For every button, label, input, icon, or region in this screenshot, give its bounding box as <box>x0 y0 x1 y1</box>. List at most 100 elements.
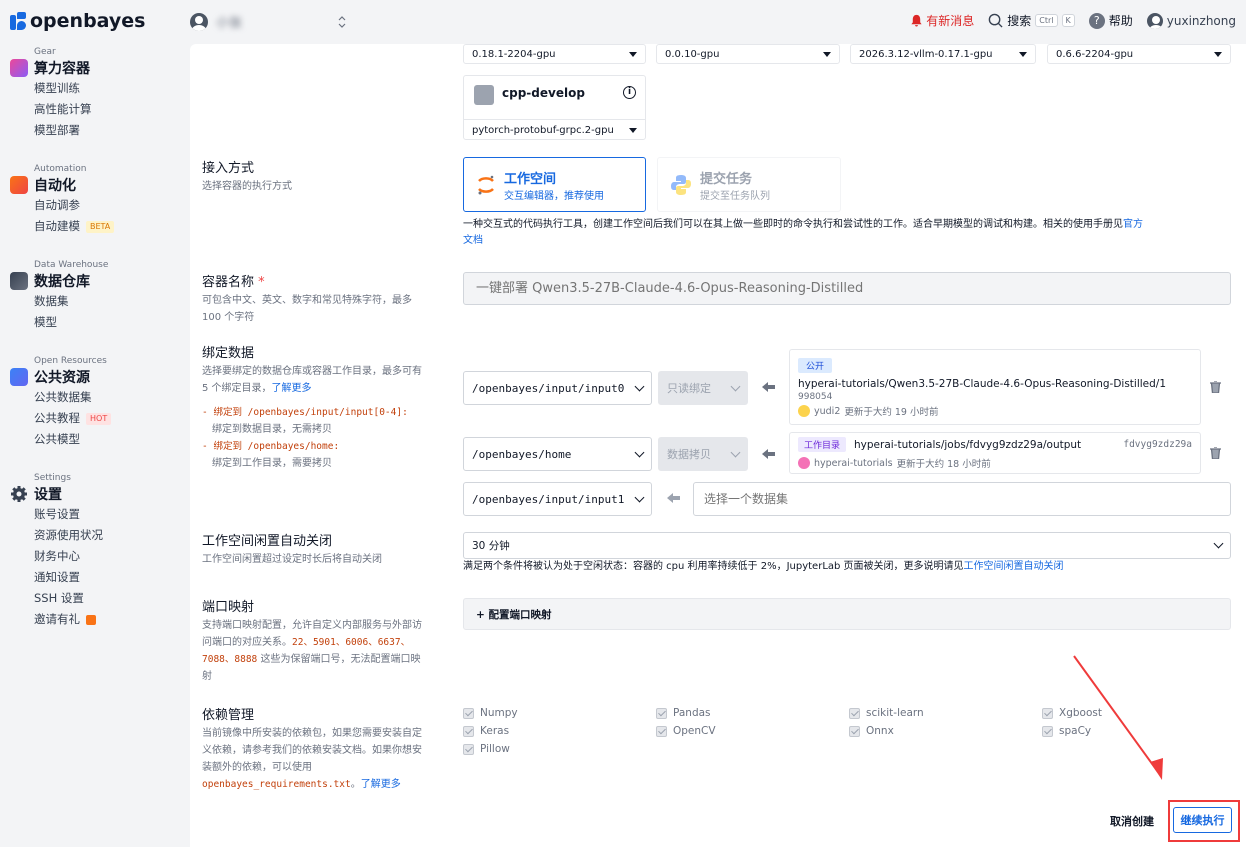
trash-icon[interactable] <box>1210 381 1221 393</box>
bind-path-select-2[interactable]: /openbayes/home <box>463 437 652 471</box>
image-version-select-1[interactable]: 0.18.1-2204-gpu <box>463 44 646 64</box>
search-icon <box>988 13 1003 28</box>
search-button[interactable]: 搜索 Ctrl K <box>988 12 1075 29</box>
section-title: 数据仓库 <box>34 274 90 290</box>
select-value: 数据拷贝 <box>667 448 711 461</box>
sidebar-title-warehouse[interactable]: 数据仓库 <box>10 271 108 291</box>
bell-icon <box>911 14 922 27</box>
dataset-card-1[interactable]: 公开 hyperai-tutorials/Qwen3.5-27B-Claude-… <box>789 349 1201 425</box>
bind-label: 绑定数据 <box>202 346 255 361</box>
workdir-tag: 工作目录 <box>798 437 847 452</box>
task-mode-card[interactable]: 提交任务 提交至任务队列 <box>657 157 841 212</box>
dep-label: Onnx <box>866 725 894 737</box>
image-version-select-cpp[interactable]: pytorch-protobuf-grpc.2-gpu <box>464 119 645 140</box>
sidebar-item-public-datasets[interactable]: 公共数据集 <box>34 387 111 408</box>
section-title: 自动化 <box>34 178 76 194</box>
beta-badge: BETA <box>86 220 115 233</box>
info-icon[interactable]: i <box>623 86 636 99</box>
item-label: 邀请有礼 <box>34 612 80 626</box>
sidebar-item-finance[interactable]: 财务中心 <box>34 546 103 567</box>
main-panel: 0.18.1-2204-gpu 0.0.10-gpu 2026.3.12-vll… <box>190 44 1246 847</box>
image-card-cpp-develop[interactable]: cpp-develop i pytorch-protobuf-grpc.2-gp… <box>463 75 646 140</box>
gear-icon <box>11 486 27 502</box>
select-value: 只读绑定 <box>667 382 711 395</box>
sidebar-item-autotune[interactable]: 自动调参 <box>34 195 114 216</box>
chevron-down-icon <box>634 447 645 457</box>
chevron-down-icon <box>730 447 741 457</box>
image-version-select-3[interactable]: 2026.3.12-vllm-0.17.1-gpu <box>850 44 1036 64</box>
sidebar-item-training[interactable]: 模型训练 <box>34 78 92 99</box>
cancel-create-button[interactable]: 取消创建 <box>1110 813 1154 829</box>
sidebar-title-settings[interactable]: 设置 <box>10 484 103 504</box>
dataset-search-input[interactable] <box>693 482 1231 516</box>
chevron-down-icon <box>634 492 645 502</box>
dep-scikit-learn: scikit-learn <box>849 707 924 719</box>
item-label: 自动建模 <box>34 219 80 233</box>
workspace-title: 工作空间 <box>504 171 557 187</box>
bind-rule-2-desc: 绑定到工作目录，需要拷贝 <box>212 458 332 469</box>
sidebar-item-public-tutorials[interactable]: 公共教程 HOT <box>34 408 112 429</box>
reserved-ports-2: 7088、8888 <box>202 654 258 665</box>
sidebar-section-open-resources: Open Resources 公共资源 公共数据集 公共教程 HOT 公共模型 <box>10 356 112 450</box>
dataset-card-2[interactable]: 工作目录 hyperai-tutorials/jobs/fdvyg9zdz29a… <box>789 432 1201 474</box>
checkbox-checked-icon <box>1042 707 1053 719</box>
idle-timeout-select[interactable]: 30 分钟 <box>463 532 1231 559</box>
item-label: 公共教程 <box>34 411 80 425</box>
configure-ports-button[interactable]: + 配置端口映射 <box>463 598 1231 630</box>
container-name-input[interactable] <box>463 272 1231 305</box>
dataset-meta: hyperai-tutorials 更新于大约 18 小时前 <box>798 456 1192 470</box>
sidebar-item-datasets[interactable]: 数据集 <box>34 291 108 312</box>
ports-desc-2: 问端口的对应关系。 <box>202 637 292 648</box>
trash-icon[interactable] <box>1210 447 1221 459</box>
select-value: pytorch-protobuf-grpc.2-gpu <box>472 124 614 136</box>
sidebar-item-models[interactable]: 模型 <box>34 312 108 333</box>
sidebar-item-notifications[interactable]: 通知设置 <box>34 567 103 588</box>
dataset-path: hyperai-tutorials/Qwen3.5-27B-Claude-4.6… <box>798 378 1167 390</box>
sidebar-item-account-settings[interactable]: 账号设置 <box>34 504 103 525</box>
caret-down-icon <box>629 127 637 133</box>
dataset-id: 998054 <box>798 392 833 402</box>
bind-path-select-3[interactable]: /openbayes/input/input1 <box>463 482 652 516</box>
sidebar-item-automodel[interactable]: 自动建模 BETA <box>34 216 115 237</box>
bind-learn-more-link[interactable]: 了解更多 <box>272 383 312 394</box>
continue-button[interactable]: 继续执行 <box>1173 807 1232 833</box>
select-value: 0.6.6-2204-gpu <box>1056 48 1134 60</box>
idle-docs-link[interactable]: 工作空间闲置自动关闭 <box>964 561 1064 572</box>
section-en-label: Open Resources <box>34 356 107 366</box>
dep-label: Pandas <box>673 707 711 719</box>
bind-mode-select-2[interactable]: 数据拷贝 <box>658 437 748 471</box>
sidebar-item-usage[interactable]: 资源使用状况 <box>34 525 103 546</box>
sidebar-title-open-resources[interactable]: 公共资源 <box>10 367 111 387</box>
section-en-label: Data Warehouse <box>34 260 109 270</box>
help-button[interactable]: ? 帮助 <box>1088 12 1133 29</box>
brand-logo[interactable]: openbayes <box>10 10 145 32</box>
sidebar-item-ssh[interactable]: SSH 设置 <box>34 588 103 609</box>
news-link[interactable]: 有新消息 <box>910 12 974 29</box>
sidebar-item-invite[interactable]: 邀请有礼 <box>34 609 103 630</box>
bind-path-select-1[interactable]: /openbayes/input/input0 <box>463 371 652 405</box>
workspace-mode-card[interactable]: 工作空间 交互编辑器，推荐使用 <box>463 157 646 212</box>
account-menu[interactable]: yuxinzhong <box>1146 12 1236 29</box>
idle-note-text: 满足两个条件将被认为处于空闲状态：容器的 cpu 利用率持续低于 2%，Jupy… <box>463 561 964 572</box>
bind-rules: - 绑定到 /openbayes/input/input[0-4]: 绑定到数据… <box>202 404 462 472</box>
bind-mode-select-1[interactable]: 只读绑定 <box>658 371 748 405</box>
top-bar: openbayes 小张 有新消息 搜索 Ctrl K ? 帮助 yuxinzh… <box>0 0 1246 44</box>
dep-onnx: Onnx <box>849 725 894 737</box>
idle-note: 满足两个条件将被认为处于空闲状态：容器的 cpu 利用率持续低于 2%，Jupy… <box>463 559 1064 575</box>
image-version-select-2[interactable]: 0.0.10-gpu <box>656 44 840 64</box>
docs-link[interactable]: 官方 <box>1123 219 1143 230</box>
deps-learn-more-link[interactable]: 了解更多 <box>361 779 401 790</box>
sidebar-title-automation[interactable]: 自动化 <box>10 175 114 195</box>
gear-container-icon <box>10 59 28 77</box>
select-value: 30 分钟 <box>472 540 510 552</box>
annotation-arrow-icon <box>1073 655 1163 780</box>
sidebar-title-gear[interactable]: 算力容器 <box>10 58 92 78</box>
docs-link-2[interactable]: 文档 <box>463 235 483 246</box>
user-switcher[interactable]: 小张 <box>190 12 346 31</box>
sidebar-item-hpc[interactable]: 高性能计算 <box>34 99 92 120</box>
caret-down-icon <box>1019 51 1027 57</box>
task-subtitle: 提交至任务队列 <box>700 190 770 202</box>
image-version-select-4[interactable]: 0.6.6-2204-gpu <box>1047 44 1231 64</box>
sidebar-item-public-models[interactable]: 公共模型 <box>34 429 111 450</box>
sidebar-item-deploy[interactable]: 模型部署 <box>34 120 92 141</box>
